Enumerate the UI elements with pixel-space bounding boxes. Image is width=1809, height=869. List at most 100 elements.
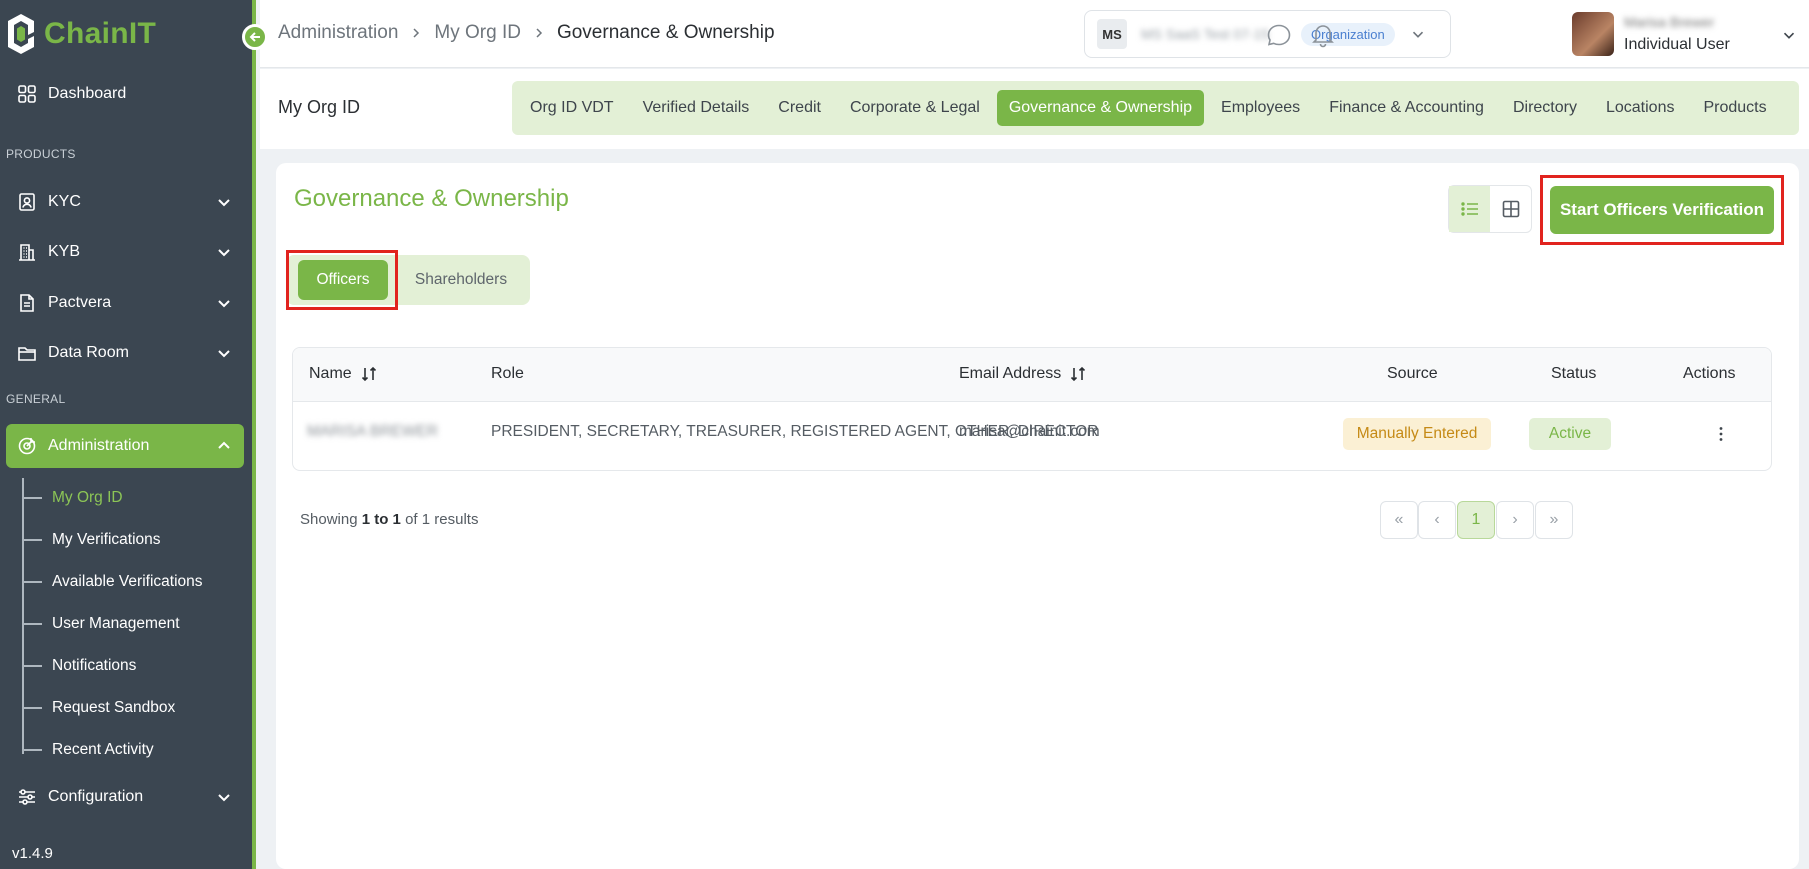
page-number-button[interactable]: 1 (1457, 501, 1495, 539)
brand-name: ChainIT (44, 17, 157, 50)
sidebar-subitem-recent-activity[interactable]: Recent Activity (22, 735, 154, 765)
chainit-logo-icon (8, 14, 34, 54)
grid-view-button[interactable] (1490, 186, 1531, 232)
chevron-down-icon[interactable] (1780, 26, 1798, 44)
status-badge: Active (1529, 418, 1611, 450)
sidebar-item-label: KYB (48, 243, 81, 260)
sidebar-collapse-button[interactable] (242, 24, 268, 50)
more-vertical-icon[interactable] (1711, 424, 1731, 444)
sidebar-item-label: Administration (48, 437, 150, 454)
grid-icon (1502, 200, 1519, 218)
officers-table: Name Role Email Address Source Status Ac… (292, 347, 1772, 471)
sidebar-item-configuration[interactable]: Configuration (6, 777, 244, 817)
column-label: Name (309, 365, 352, 382)
column-header-role: Role (491, 365, 524, 382)
highlight-box: Start Officers Verification (1540, 175, 1784, 245)
sidebar-subitem-user-management[interactable]: User Management (22, 609, 180, 639)
section-title: My Org ID (278, 97, 361, 117)
results-total: 1 (421, 511, 431, 528)
results-of: of (405, 511, 418, 528)
source-badge: Manually Entered (1343, 418, 1491, 450)
tab-verified-details[interactable]: Verified Details (631, 90, 762, 126)
column-header-name[interactable]: Name (309, 365, 378, 383)
sidebar-subitem-my-verifications[interactable]: My Verifications (22, 525, 161, 555)
sort-icon (1071, 366, 1086, 382)
chevron-down-icon (218, 249, 230, 257)
sidebar-subitem-available-verifications[interactable]: Available Verifications (22, 567, 203, 597)
app-version: v1.4.9 (12, 845, 53, 862)
tab-governance-ownership[interactable]: Governance & Ownership (996, 90, 1205, 126)
results-prefix: Showing (300, 511, 358, 528)
dashboard-icon (16, 83, 38, 105)
chevron-down-icon (218, 794, 230, 802)
list-view-button[interactable] (1449, 186, 1490, 232)
section-header: My Org ID Org ID VDT Verified Details Cr… (260, 69, 1809, 149)
logo[interactable]: ChainIT (6, 10, 156, 58)
sliders-icon (16, 786, 38, 808)
chevron-up-icon (218, 441, 230, 449)
tab-org-id-vdt[interactable]: Org ID VDT (518, 90, 626, 126)
breadcrumb-item[interactable]: Administration (278, 22, 398, 44)
sidebar-item-label: Dashboard (48, 85, 127, 102)
subtab-shareholders[interactable]: Shareholders (406, 260, 516, 300)
sidebar: ChainIT Dashboard PRODUCTS KYC KYB Pactv… (0, 0, 256, 869)
next-page-button[interactable]: › (1496, 501, 1534, 539)
tab-corporate-legal[interactable]: Corporate & Legal (838, 90, 992, 126)
sidebar-item-label: Data Room (48, 344, 129, 361)
section-label-general: GENERAL (6, 392, 66, 406)
sidebar-item-label: Pactvera (48, 294, 112, 311)
breadcrumb-item[interactable]: My Org ID (434, 22, 521, 44)
chat-icon[interactable] (1266, 22, 1292, 48)
org-avatar: MS (1097, 19, 1127, 49)
chevron-down-icon (218, 199, 230, 207)
user-name: Marisa Brewer (1624, 14, 1715, 30)
first-page-button[interactable]: « (1380, 501, 1418, 539)
content-card: Governance & Ownership Start Officers Ve… (276, 163, 1799, 869)
page-title: Governance & Ownership (294, 185, 569, 212)
breadcrumb: Administration My Org ID Governance & Ow… (278, 22, 775, 44)
user-avatar[interactable] (1572, 12, 1614, 56)
view-toggle (1448, 185, 1532, 233)
tab-employees[interactable]: Employees (1209, 90, 1312, 126)
sidebar-item-dashboard[interactable]: Dashboard (6, 74, 244, 114)
results-summary: Showing 1 to 1 of 1 results (300, 511, 478, 528)
tab-credit[interactable]: Credit (766, 90, 833, 126)
document-icon (16, 292, 38, 314)
sidebar-subitem-request-sandbox[interactable]: Request Sandbox (22, 693, 175, 723)
start-officers-verification-button[interactable]: Start Officers Verification (1550, 186, 1774, 234)
column-header-status: Status (1551, 365, 1597, 382)
sidebar-item-data-room[interactable]: Data Room (6, 333, 244, 373)
column-header-email[interactable]: Email Address (959, 365, 1087, 383)
sort-icon (361, 366, 376, 382)
chevron-down-icon (1412, 31, 1423, 38)
cell-name: MARISA BREWER (307, 423, 438, 440)
last-page-button[interactable]: » (1535, 501, 1573, 539)
sidebar-item-label: Configuration (48, 788, 144, 805)
chevron-right-icon (536, 28, 543, 38)
column-header-actions: Actions (1683, 365, 1736, 382)
previous-page-button[interactable]: ‹ (1418, 501, 1456, 539)
results-range: 1 to 1 (361, 511, 401, 528)
top-header: Administration My Org ID Governance & Ow… (260, 0, 1809, 68)
sidebar-item-kyb[interactable]: KYB (6, 232, 244, 272)
tab-locations[interactable]: Locations (1594, 90, 1687, 126)
table-header: Name Role Email Address Source Status Ac… (293, 348, 1771, 402)
list-icon (1460, 202, 1478, 216)
tab-finance-accounting[interactable]: Finance & Accounting (1317, 90, 1496, 126)
column-header-source: Source (1387, 365, 1438, 382)
sidebar-subitem-my-org-id[interactable]: My Org ID (22, 483, 123, 513)
sidebar-subitem-notifications[interactable]: Notifications (22, 651, 136, 681)
bell-icon[interactable] (1310, 22, 1336, 48)
tab-products[interactable]: Products (1691, 90, 1778, 126)
id-card-icon (16, 191, 38, 213)
sidebar-item-kyc[interactable]: KYC (6, 182, 244, 222)
sidebar-item-administration[interactable]: Administration (6, 424, 244, 468)
sidebar-item-pactvera[interactable]: Pactvera (6, 283, 244, 323)
results-suffix: results (434, 511, 479, 528)
section-tabs: Org ID VDT Verified Details Credit Corpo… (512, 81, 1799, 135)
tab-directory[interactable]: Directory (1501, 90, 1589, 126)
target-icon (16, 435, 38, 457)
sidebar-item-label: KYC (48, 193, 81, 210)
folder-icon (16, 342, 38, 364)
chevron-down-icon (218, 350, 230, 358)
